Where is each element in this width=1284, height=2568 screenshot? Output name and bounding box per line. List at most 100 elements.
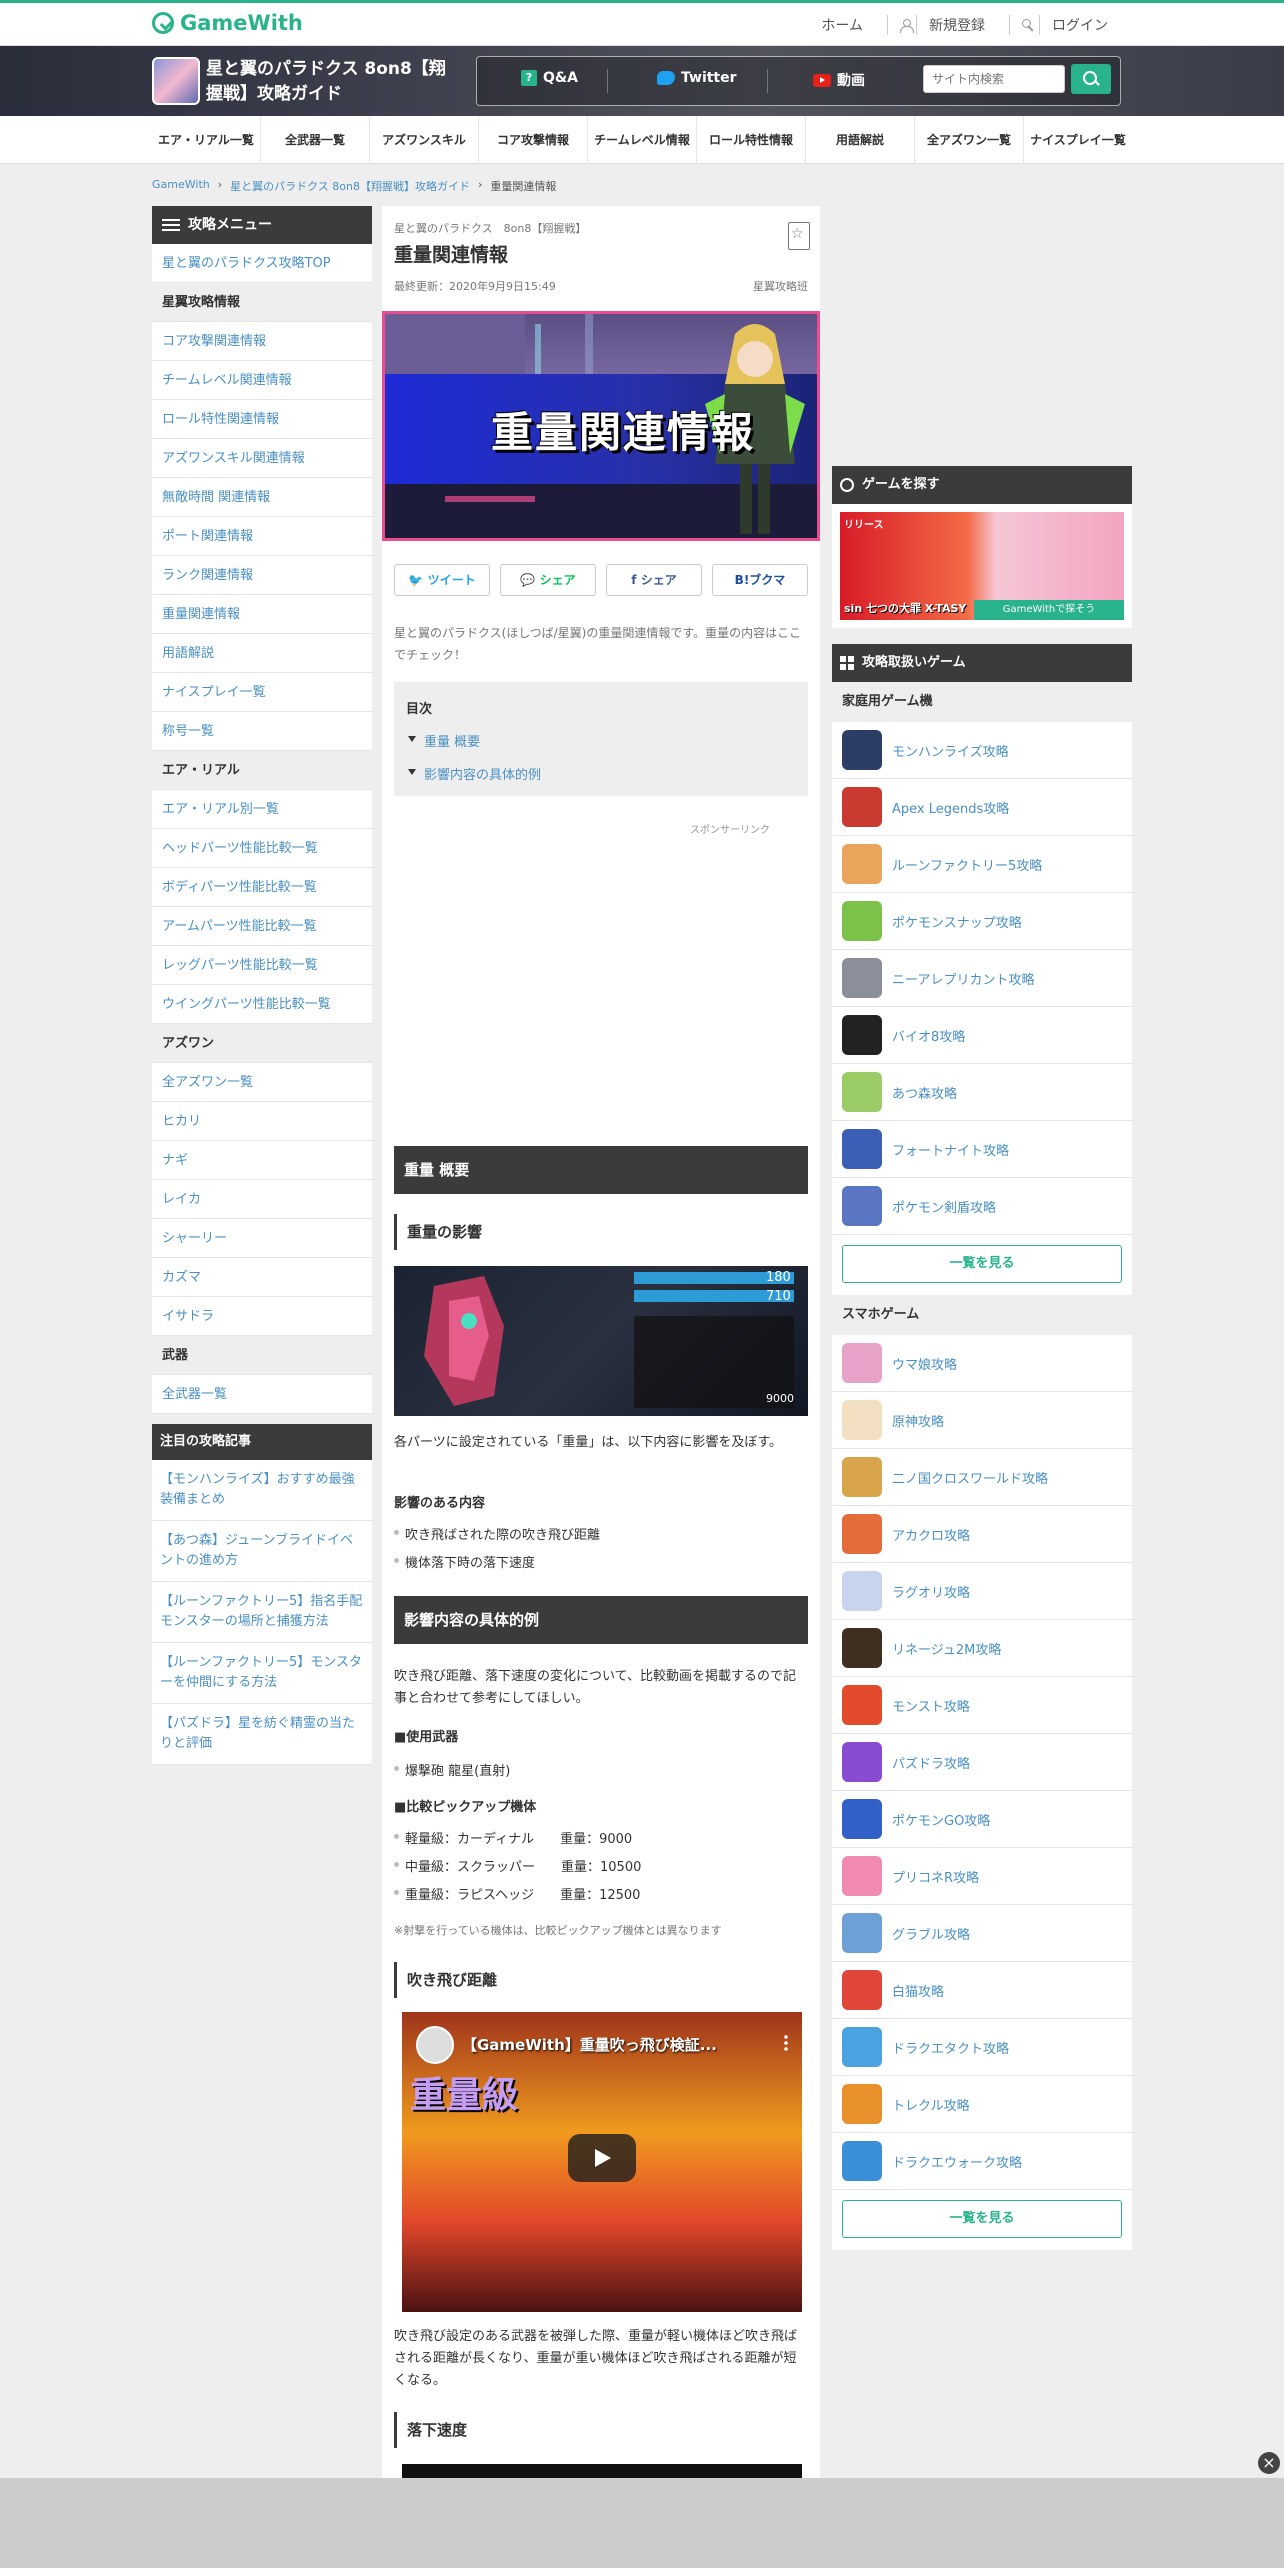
- attention-item[interactable]: 【あつ森】ジューンブライドイベントの進め方: [152, 1521, 372, 1582]
- login-link[interactable]: ログイン: [1009, 15, 1132, 35]
- register-link[interactable]: 新規登録: [887, 15, 1009, 35]
- game-guide-item[interactable]: アカクロ攻略: [832, 1506, 1132, 1563]
- game-thumbnail[interactable]: [152, 57, 200, 105]
- game-nav: ? Q&A Twitter 動画: [476, 56, 1121, 106]
- toc-item[interactable]: 重量 概要: [406, 731, 796, 750]
- game-guide-item[interactable]: プリコネR攻略: [832, 1848, 1132, 1905]
- game-icon: [842, 1072, 882, 1112]
- attention-item[interactable]: 【ルーンファクトリー5】モンスターを仲間にする方法: [152, 1643, 372, 1704]
- menu-item[interactable]: アズワンスキル関連情報: [152, 439, 372, 478]
- screenshot-graphic: [424, 1272, 794, 1408]
- video-link[interactable]: 動画: [813, 70, 865, 90]
- menu-item[interactable]: レッグパーツ性能比較一覧: [152, 946, 372, 985]
- game-guide-item[interactable]: ニーアレプリカント攻略: [832, 950, 1132, 1007]
- game-guide-item[interactable]: ラグオリ攻略: [832, 1563, 1132, 1620]
- bookmark-icon[interactable]: [788, 222, 810, 250]
- game-guide-item[interactable]: バイオ8攻略: [832, 1007, 1132, 1064]
- twitter-link[interactable]: Twitter: [657, 70, 737, 86]
- menu-item[interactable]: ウイングパーツ性能比較一覧: [152, 985, 372, 1024]
- gamewith-logo[interactable]: GameWith: [152, 11, 303, 35]
- see-all-button[interactable]: 一覧を見る: [842, 2200, 1122, 2238]
- search-button[interactable]: [1071, 64, 1111, 94]
- see-all-button[interactable]: 一覧を見る: [842, 1245, 1122, 1283]
- menu-item[interactable]: 全アズワン一覧: [152, 1063, 372, 1102]
- game-icon: [842, 1457, 882, 1497]
- toc-item[interactable]: 影響内容の具体的例: [406, 764, 796, 783]
- attention-item[interactable]: 【パズドラ】星を紡ぐ精霊の当たりと評価: [152, 1704, 372, 1765]
- game-guide-item[interactable]: ポケモン剣盾攻略: [832, 1178, 1132, 1235]
- menu-item[interactable]: ヒカリ: [152, 1102, 372, 1141]
- breadcrumb-guide[interactable]: 星と翼のパラドクス 8on8【翔握戦】攻略ガイド: [230, 178, 470, 194]
- menu-item[interactable]: チームレベル関連情報: [152, 361, 372, 400]
- menu-item[interactable]: 重量関連情報: [152, 595, 372, 634]
- catnav-item-azone[interactable]: 全アズワン一覧: [914, 116, 1023, 164]
- catnav-item-skills[interactable]: アズワンスキル: [369, 116, 478, 164]
- game-guide-item[interactable]: 二ノ国クロスワールド攻略: [832, 1449, 1132, 1506]
- game-guide-item[interactable]: ドラクエタクト攻略: [832, 2019, 1132, 2076]
- menu-item[interactable]: イサドラ: [152, 1297, 372, 1336]
- menu-item[interactable]: ポート関連情報: [152, 517, 372, 556]
- menu-item[interactable]: ナギ: [152, 1141, 372, 1180]
- game-guide-item[interactable]: 原神攻略: [832, 1392, 1132, 1449]
- menu-item[interactable]: ボディパーツ性能比較一覧: [152, 868, 372, 907]
- catnav-item-airreal[interactable]: エア・リアル一覧: [152, 116, 260, 164]
- attention-item[interactable]: 【モンハンライズ】おすすめ最強装備まとめ: [152, 1460, 372, 1521]
- qa-link[interactable]: ? Q&A: [521, 70, 578, 86]
- menu-item[interactable]: ロール特性関連情報: [152, 400, 372, 439]
- game-guide-item[interactable]: 白猫攻略: [832, 1962, 1132, 2019]
- menu-item[interactable]: コア攻撃関連情報: [152, 322, 372, 361]
- game-title[interactable]: 星と翼のパラドクス 8on8【翔握戦】攻略ガイド: [206, 57, 446, 107]
- tweet-button[interactable]: 🐦 ツイート: [394, 564, 490, 596]
- ad-banner[interactable]: リリース sin 七つの大罪 X-TASY GameWithで探そう: [832, 504, 1132, 628]
- game-guide-item[interactable]: パズドラ攻略: [832, 1734, 1132, 1791]
- menu-item[interactable]: ランク関連情報: [152, 556, 372, 595]
- close-icon[interactable]: ×: [1258, 2452, 1280, 2474]
- line-share-button[interactable]: 💬 シェア: [500, 564, 596, 596]
- game-guide-item[interactable]: ドラクエウォーク攻略: [832, 2133, 1132, 2190]
- game-guide-item[interactable]: フォートナイト攻略: [832, 1121, 1132, 1178]
- game-guide-item[interactable]: Apex Legends攻略: [832, 779, 1132, 836]
- game-guide-item[interactable]: あつ森攻略: [832, 1064, 1132, 1121]
- menu-item[interactable]: 星と翼のパラドクス攻略TOP: [152, 244, 372, 283]
- game-guide-item[interactable]: ウマ娘攻略: [832, 1335, 1132, 1392]
- home-link[interactable]: ホーム: [797, 15, 887, 35]
- hatena-bookmark-button[interactable]: B!ブクマ: [712, 564, 808, 596]
- search-input[interactable]: [923, 65, 1065, 93]
- channel-avatar[interactable]: [416, 2026, 454, 2064]
- more-options-icon[interactable]: [784, 2034, 788, 2052]
- menu-item[interactable]: 無敵時間 関連情報: [152, 478, 372, 517]
- catnav-item-niceplay[interactable]: ナイスプレイ一覧: [1023, 116, 1132, 164]
- menu-item[interactable]: 用語解説: [152, 634, 372, 673]
- game-guide-label: アカクロ攻略: [892, 1528, 971, 1544]
- catnav-item-teamlevel[interactable]: チームレベル情報: [587, 116, 696, 164]
- game-guide-item[interactable]: ポケモンスナップ攻略: [832, 893, 1132, 950]
- catnav-item-core[interactable]: コア攻撃情報: [478, 116, 587, 164]
- play-icon[interactable]: [568, 2134, 636, 2182]
- video-title[interactable]: 【GameWith】重量吹っ飛び検証...: [462, 2034, 717, 2055]
- breadcrumb-home[interactable]: GameWith: [152, 178, 210, 194]
- game-guide-item[interactable]: ポケモンGO攻略: [832, 1791, 1132, 1848]
- facebook-share-button[interactable]: f シェア: [606, 564, 702, 596]
- menu-item[interactable]: アームパーツ性能比較一覧: [152, 907, 372, 946]
- video-embed[interactable]: 【GameWith】重量吹っ飛び検証... 重量級: [402, 2012, 802, 2312]
- affects-label: 影響のある内容: [394, 1496, 486, 1511]
- game-guide-item[interactable]: リネージュ2M攻略: [832, 1620, 1132, 1677]
- game-guide-item[interactable]: モンスト攻略: [832, 1677, 1132, 1734]
- game-guide-item[interactable]: トレクル攻略: [832, 2076, 1132, 2133]
- menu-item[interactable]: カズマ: [152, 1258, 372, 1297]
- menu-item[interactable]: 称号一覧: [152, 712, 372, 751]
- catnav-item-glossary[interactable]: 用語解説: [805, 116, 914, 164]
- attention-item[interactable]: 【ルーンファクトリー5】指名手配モンスターの場所と捕獲方法: [152, 1582, 372, 1643]
- catnav-item-role[interactable]: ロール特性情報: [696, 116, 805, 164]
- menu-item[interactable]: ナイスプレイ一覧: [152, 673, 372, 712]
- menu-item[interactable]: 全武器一覧: [152, 1375, 372, 1414]
- menu-item[interactable]: ヘッドパーツ性能比較一覧: [152, 829, 372, 868]
- menu-item[interactable]: レイカ: [152, 1180, 372, 1219]
- game-guide-item[interactable]: ルーンファクトリー5攻略: [832, 836, 1132, 893]
- ad-image[interactable]: リリース sin 七つの大罪 X-TASY GameWithで探そう: [840, 512, 1124, 620]
- menu-item[interactable]: シャーリー: [152, 1219, 372, 1258]
- catnav-item-weapons[interactable]: 全武器一覧: [260, 116, 369, 164]
- game-guide-item[interactable]: モンハンライズ攻略: [832, 722, 1132, 779]
- menu-item[interactable]: エア・リアル別一覧: [152, 790, 372, 829]
- game-guide-item[interactable]: グラブル攻略: [832, 1905, 1132, 1962]
